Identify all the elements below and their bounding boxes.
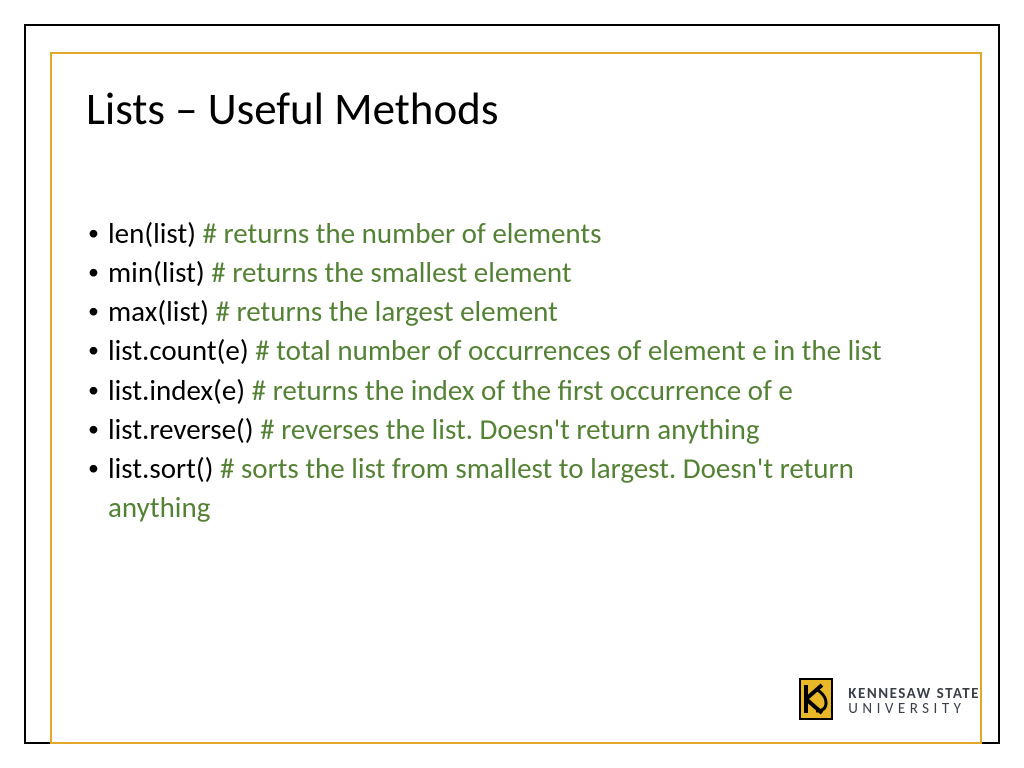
slide-content: len(list) # returns the number of elemen… [86,214,956,527]
method-name: min(list) [108,254,211,290]
method-name: list.reverse() [108,411,260,447]
method-name: list.sort() [108,450,220,486]
list-item: min(list) # returns the smallest element [86,253,956,292]
method-comment: # returns the largest element [216,293,558,329]
slide-title: Lists – Useful Methods [86,82,498,137]
method-comment: # reverses the list. Doesn't return anyt… [260,411,759,447]
list-item: max(list) # returns the largest element [86,292,956,331]
logo-line2: UNIVERSITY [848,702,980,717]
method-comment: # total number of occurrences of element… [255,332,881,368]
method-name: max(list) [108,293,216,329]
method-name: len(list) [108,215,203,251]
list-item: list.index(e) # returns the index of the… [86,371,956,410]
ks-mark-icon [792,675,840,728]
method-comment: # returns the index of the first occurre… [252,372,793,408]
university-logo: KENNESAW STATE UNIVERSITY [792,675,980,728]
method-list: len(list) # returns the number of elemen… [86,214,956,527]
method-comment: # returns the smallest element [211,254,571,290]
method-name: list.count(e) [108,332,255,368]
list-item: list.reverse() # reverses the list. Does… [86,410,956,449]
method-comment: # returns the number of elements [203,215,602,251]
list-item: len(list) # returns the number of elemen… [86,214,956,253]
list-item: list.sort() # sorts the list from smalle… [86,449,956,527]
list-item: list.count(e) # total number of occurren… [86,331,956,370]
logo-text: KENNESAW STATE UNIVERSITY [848,687,980,717]
method-name: list.index(e) [108,372,252,408]
method-comment: # sorts the list from smallest to larges… [108,450,854,525]
